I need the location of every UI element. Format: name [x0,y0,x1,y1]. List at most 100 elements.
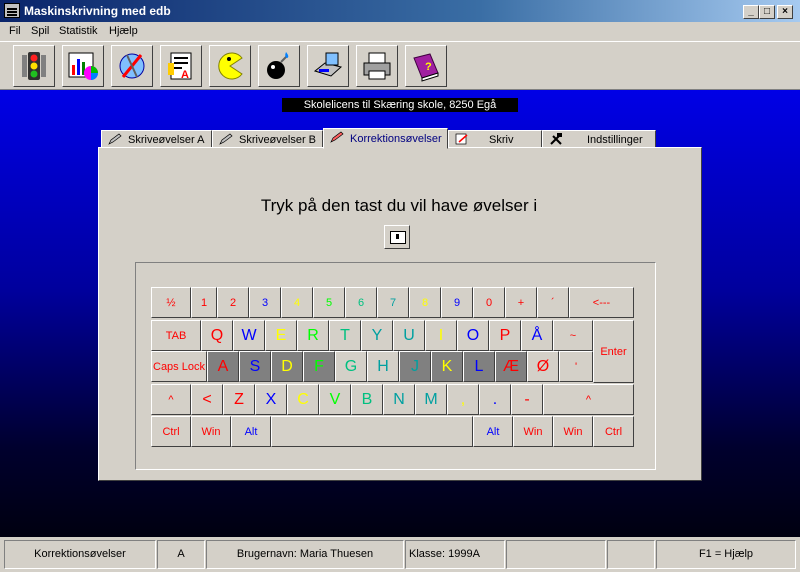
key-1[interactable]: 1 [191,287,217,318]
key-ctrl[interactable]: Ctrl [593,416,634,447]
key-j[interactable]: J [399,351,431,382]
key-i[interactable]: I [425,320,457,351]
keyboard-icon [390,231,406,244]
status-help: F1 = Hjælp [656,540,796,569]
key--[interactable]: < [191,384,223,415]
key-s[interactable]: S [239,351,271,382]
help-book-button[interactable]: ? [405,45,447,87]
key-o[interactable]: O [457,320,489,351]
key-p[interactable]: P [489,320,521,351]
key-alt[interactable]: Alt [473,416,513,447]
key--[interactable]: . [479,384,511,415]
key-w[interactable]: W [233,320,265,351]
key-4[interactable]: 4 [281,287,313,318]
key-u[interactable]: U [393,320,425,351]
key-b[interactable]: B [351,384,383,415]
key-alt[interactable]: Alt [231,416,271,447]
traffic-light-button[interactable] [13,45,55,87]
toolbar: A ? [0,41,800,90]
key-9[interactable]: 9 [441,287,473,318]
compass-button[interactable] [111,45,153,87]
maximize-button[interactable]: □ [759,5,775,19]
scanner-icon [313,52,343,77]
key-å[interactable]: Å [521,320,553,351]
key-d[interactable]: D [271,351,303,382]
key-0[interactable]: 0 [473,287,505,318]
key-e[interactable]: E [265,320,297,351]
key--[interactable]: ´ [537,287,569,318]
key-r[interactable]: R [297,320,329,351]
svg-text:?: ? [425,61,432,73]
pencil-icon [108,133,122,145]
key-f[interactable]: F [303,351,335,382]
key-7[interactable]: 7 [377,287,409,318]
tools-icon [550,133,562,145]
key--[interactable]: + [505,287,537,318]
tab-korrektionsovelser[interactable]: Korrektionsøvelser [323,128,448,149]
key-2[interactable]: 2 [217,287,249,318]
pacman-game-button[interactable] [209,45,251,87]
key-t[interactable]: T [329,320,361,351]
key-6[interactable]: 6 [345,287,377,318]
key--[interactable]: ~ [553,320,593,351]
key-l[interactable]: L [463,351,495,382]
key-a[interactable]: A [207,351,239,382]
key-win[interactable]: Win [513,416,553,447]
key--[interactable]: ^ [151,384,191,415]
key--[interactable]: - [511,384,543,415]
key-k[interactable]: K [431,351,463,382]
key-y[interactable]: Y [361,320,393,351]
key--[interactable]: ' [559,351,593,382]
tab-skriveovelser-b[interactable]: Skriveøvelser B [212,130,323,148]
notepad-icon [455,133,468,145]
key-g[interactable]: G [335,351,367,382]
key-n[interactable]: N [383,384,415,415]
title-bar: Maskinskrivning med edb _ □ × [0,0,800,22]
key-enter[interactable]: Enter [593,320,634,383]
bomb-game-button[interactable] [258,45,300,87]
key-tab[interactable]: TAB [151,320,201,351]
menu-statistik[interactable]: Statistik [59,25,98,37]
menu-hjaelp[interactable]: Hjælp [109,25,138,37]
key-c[interactable]: C [287,384,319,415]
key-win[interactable]: Win [191,416,231,447]
tab-indstillinger[interactable]: Indstillinger [542,130,656,148]
statistics-chart-button[interactable] [62,45,104,87]
key-v[interactable]: V [319,384,351,415]
traffic-light-icon [22,52,46,80]
key--[interactable]: ½ [151,287,191,318]
key-3[interactable]: 3 [249,287,281,318]
menu-spil[interactable]: Spil [31,25,49,37]
key--[interactable]: , [447,384,479,415]
key-x[interactable]: X [255,384,287,415]
key-m[interactable]: M [415,384,447,415]
key-8[interactable]: 8 [409,287,441,318]
key-q[interactable]: Q [201,320,233,351]
key-select-button[interactable] [384,225,410,249]
scanner-button[interactable] [307,45,349,87]
menu-fil[interactable]: Fil [9,25,21,37]
tab-skriveovelser-a[interactable]: Skriveøvelser A [101,130,212,148]
compass-icon [119,53,145,79]
key-z[interactable]: Z [223,384,255,415]
app-icon[interactable] [4,3,20,18]
minimize-button[interactable]: _ [743,5,759,19]
key--[interactable]: ^ [543,384,634,415]
key-ctrl[interactable]: Ctrl [151,416,191,447]
key-5[interactable]: 5 [313,287,345,318]
printer-button[interactable] [356,45,398,87]
key-caps-lock[interactable]: Caps Lock [151,351,207,382]
key-win[interactable]: Win [553,416,593,447]
key-space[interactable] [271,416,473,447]
document-button[interactable]: A [160,45,202,87]
bomb-icon [267,52,289,79]
tab-skriv[interactable]: Skriv [448,130,542,148]
key--[interactable]: <--- [569,287,634,318]
key-æ[interactable]: Æ [495,351,527,382]
pencil-eraser-icon [330,131,344,143]
key-ø[interactable]: Ø [527,351,559,382]
status-class: Klasse: 1999A [405,540,505,569]
status-bar: Korrektionsøvelser A Brugernavn: Maria T… [0,538,800,572]
key-h[interactable]: H [367,351,399,382]
close-button[interactable]: × [777,5,793,19]
